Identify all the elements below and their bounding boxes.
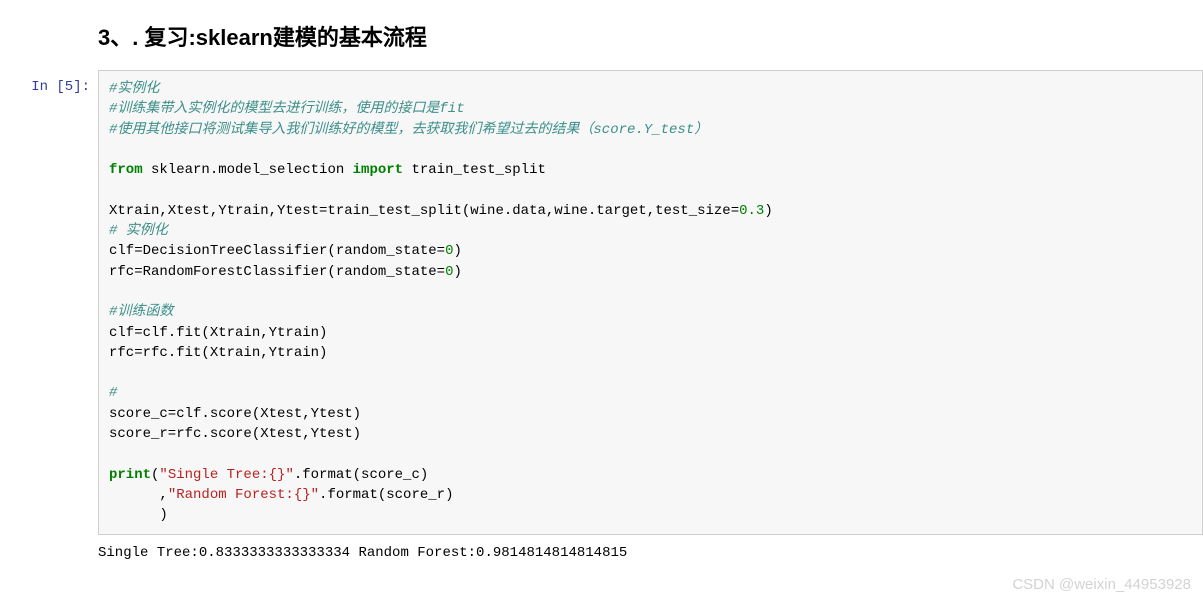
code-text: Xtrain,Xtest,Ytrain,Ytest=train_test_spl… xyxy=(109,203,739,219)
code-cell: In [5]: #实例化 #训练集带入实例化的模型去进行训练，使用的接口是fit… xyxy=(0,70,1203,535)
watermark: CSDN @weixin_44953928 xyxy=(1012,576,1191,593)
code-text: ) xyxy=(109,507,168,523)
code-keyword: print xyxy=(109,467,151,483)
code-text: ) xyxy=(453,243,461,259)
code-string: "Random Forest:{}" xyxy=(168,487,319,503)
code-text: train_test_split xyxy=(403,162,546,178)
code-text: ) xyxy=(764,203,772,219)
heading-row: 3、. 复习:sklearn建模的基本流程 xyxy=(0,0,1203,70)
code-comment: #实例化 xyxy=(109,81,159,97)
code-text: score_r=rfc.score(Xtest,Ytest) xyxy=(109,426,361,442)
code-text: clf=DecisionTreeClassifier(random_state= xyxy=(109,243,445,259)
code-text: ) xyxy=(453,264,461,280)
input-prompt: In [5]: xyxy=(0,70,98,95)
code-comment: # 实例化 xyxy=(109,223,168,239)
code-text: score_c=clf.score(Xtest,Ytest) xyxy=(109,406,361,422)
output-prompt-spacer xyxy=(0,545,98,561)
prompt-label: In [5]: xyxy=(31,79,90,95)
code-keyword: import xyxy=(353,162,403,178)
code-number: 0.3 xyxy=(739,203,764,219)
code-text: sklearn.model_selection xyxy=(143,162,353,178)
stdout-output: Single Tree:0.8333333333333334 Random Fo… xyxy=(98,545,627,561)
code-comment: #使用其他接口将测试集导入我们训练好的模型，去获取我们希望过去的结果（score… xyxy=(109,122,708,138)
code-comment: #训练函数 xyxy=(109,304,173,320)
code-comment: # xyxy=(109,385,117,401)
code-string: "Single Tree:{}" xyxy=(159,467,293,483)
code-comment: #训练集带入实例化的模型去进行训练，使用的接口是fit xyxy=(109,101,465,117)
code-text: , xyxy=(109,487,168,503)
code-text: rfc=rfc.fit(Xtrain,Ytrain) xyxy=(109,345,327,361)
code-text: rfc=RandomForestClassifier(random_state= xyxy=(109,264,445,280)
code-keyword: from xyxy=(109,162,143,178)
section-heading: 3、. 复习:sklearn建模的基本流程 xyxy=(98,20,1203,52)
notebook-container: 3、. 复习:sklearn建模的基本流程 In [5]: #实例化 #训练集带… xyxy=(0,0,1203,561)
code-text: .format(score_c) xyxy=(294,467,428,483)
output-cell: Single Tree:0.8333333333333334 Random Fo… xyxy=(0,545,1203,561)
code-text: clf=clf.fit(Xtrain,Ytrain) xyxy=(109,325,327,341)
code-input-area[interactable]: #实例化 #训练集带入实例化的模型去进行训练，使用的接口是fit #使用其他接口… xyxy=(98,70,1203,535)
code-text: .format(score_r) xyxy=(319,487,453,503)
